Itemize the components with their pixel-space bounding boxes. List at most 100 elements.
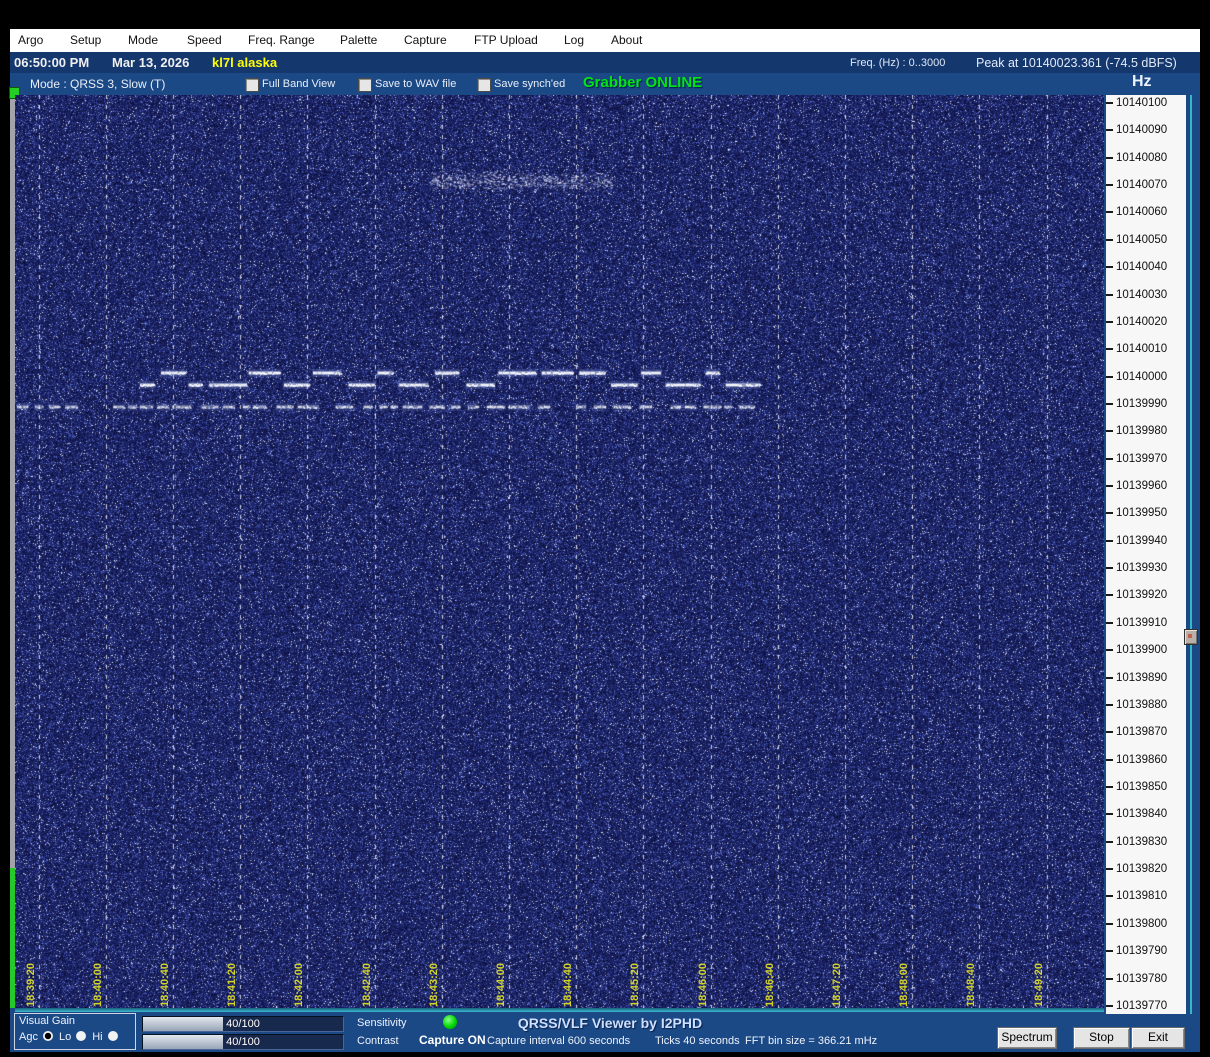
time-tick-label: 18:47:20: [831, 962, 843, 1007]
status-bar: 06:50:00 PM Mar 13, 2026 kl7l alaska Fre…: [10, 52, 1200, 73]
menu-item-about[interactable]: About: [611, 33, 642, 47]
freq-tick-label: 10139860: [1116, 753, 1168, 766]
time-tick-label: 18:39:20: [24, 962, 37, 1007]
freq-tick-label: 10139780: [1116, 972, 1168, 985]
freq-scale-row: 10139800: [1106, 918, 1186, 931]
freq-tick-mark: [1106, 348, 1113, 351]
freq-scale-unit-label: Hz: [1132, 73, 1152, 90]
screen: { "menu_bar": { "items": ["Argo", "Setup…: [0, 0, 1210, 1057]
time-tick-label: 18:44:00: [495, 962, 507, 1007]
clock-time: 06:50:00 PM: [14, 55, 90, 70]
capture-status-label: Capture ON: [419, 1033, 486, 1047]
checkbox-save-to-wav-label: Save to WAV file: [375, 78, 457, 90]
freq-tick-label: 10140040: [1116, 261, 1168, 274]
freq-tick-mark: [1106, 868, 1113, 871]
freq-tick-mark: [1106, 211, 1113, 214]
time-tick-label: 18:46:40: [763, 962, 776, 1007]
radio-lo-label: Lo: [58, 1031, 72, 1043]
freq-tick-label: 10139790: [1116, 945, 1168, 958]
freq-scale-row: 10140000: [1106, 371, 1186, 384]
menu-item-log[interactable]: Log: [564, 33, 584, 47]
freq-tick-mark: [1106, 567, 1113, 570]
menu-item-ftp-upload[interactable]: FTP Upload: [474, 33, 538, 47]
freq-tick-label: 10140080: [1116, 151, 1168, 164]
freq-tick-label: 10139850: [1116, 781, 1168, 793]
freq-tick-mark: [1106, 539, 1113, 542]
freq-scale-row: 10140070: [1106, 179, 1186, 192]
freq-scale-row: 10139850: [1106, 781, 1186, 794]
freq-tick-label: 10139920: [1116, 589, 1168, 602]
freq-tick-mark: [1106, 293, 1113, 296]
freq-tick-mark: [1106, 813, 1113, 816]
capture-led-icon: [443, 1015, 457, 1029]
freq-tick-mark: [1106, 621, 1113, 624]
freq-tick-label: 10140090: [1116, 124, 1168, 137]
time-tick-label: 18:43:20: [427, 962, 440, 1007]
menu-item-mode[interactable]: Mode: [128, 33, 158, 47]
menu-item-palette[interactable]: Palette: [340, 33, 377, 47]
time-tick-label: 18:48:40: [965, 962, 978, 1007]
freq-scale-row: 10139900: [1106, 644, 1186, 657]
clock-date: Mar 13, 2026: [112, 55, 190, 70]
menu-item-capture[interactable]: Capture: [404, 33, 447, 47]
freq-tick-label: 10139930: [1116, 562, 1168, 575]
freq-scale-row: 10139950: [1106, 507, 1186, 520]
freq-tick-label: 10139980: [1116, 425, 1168, 438]
freq-scale-row: 10139860: [1106, 754, 1186, 767]
freq-scale-row: 10139820: [1106, 863, 1186, 876]
checkbox-full-band-view[interactable]: [245, 78, 259, 92]
mode-label: Mode : QRSS 3, Slow (T): [30, 77, 166, 91]
freq-scale-row: 10139770: [1106, 1000, 1186, 1013]
fft-info-label: FFT bin size = 366.21 mHz: [745, 1035, 878, 1047]
freq-scale-row: 10139790: [1106, 945, 1186, 958]
radio-lo-icon[interactable]: [76, 1031, 87, 1041]
visual-gain-label: Visual Gain: [19, 1015, 76, 1027]
time-tick-label: 18:42:40: [360, 962, 373, 1007]
freq-scale-row: 10139980: [1106, 425, 1186, 438]
contrast-slider[interactable]: 40/100: [142, 1034, 344, 1050]
freq-scale-row: 10139840: [1106, 808, 1186, 821]
checkbox-save-to-wav[interactable]: [358, 78, 372, 92]
freq-tick-mark: [1106, 594, 1113, 597]
freq-tick-label: 10139870: [1116, 726, 1168, 739]
freq-tick-mark: [1106, 402, 1113, 405]
menu-item-speed[interactable]: Speed: [187, 33, 222, 47]
freq-scale-row: 10140080: [1106, 152, 1186, 165]
time-tick-label: 18:42:00: [293, 962, 306, 1007]
grabber-status-badge: Grabber ONLINE: [583, 74, 703, 91]
radio-agc-icon[interactable]: [42, 1031, 53, 1041]
freq-offset-slider-thumb[interactable]: [1184, 629, 1198, 645]
checkbox-save-synched[interactable]: [477, 78, 491, 92]
menu-item-setup[interactable]: Setup: [70, 33, 101, 47]
freq-tick-mark: [1106, 895, 1113, 898]
stop-button[interactable]: Stop: [1073, 1027, 1130, 1049]
radio-hi-icon[interactable]: [107, 1031, 118, 1041]
freq-tick-label: 10140100: [1116, 97, 1168, 109]
bottom-control-bar: Visual Gain Agc Lo Hi 40/100 40/100 Sensit…: [10, 1012, 1200, 1052]
freq-tick-mark: [1106, 238, 1113, 241]
freq-scale-row: 10139920: [1106, 589, 1186, 602]
freq-tick-mark: [1106, 840, 1113, 843]
freq-tick-mark: [1106, 950, 1113, 953]
visual-gain-group: Visual Gain Agc Lo Hi: [14, 1013, 136, 1050]
freq-scale-row: 10140060: [1106, 206, 1186, 219]
freq-scale-row: 10139780: [1106, 973, 1186, 986]
freq-tick-label: 10139880: [1116, 698, 1168, 711]
app-title: QRSS/VLF Viewer by I2PHD: [517, 1015, 703, 1031]
freq-scale-row: 10139990: [1106, 398, 1186, 411]
menu-item-freq-range[interactable]: Freq. Range: [248, 33, 315, 47]
freq-scale-row: 10140050: [1106, 234, 1186, 247]
freq-tick-mark: [1106, 457, 1113, 460]
menu-item-argo[interactable]: Argo: [18, 33, 43, 47]
time-tick-label: 18:40:40: [159, 962, 171, 1007]
freq-tick-mark: [1106, 922, 1113, 925]
freq-offset-slider-track: [1190, 95, 1192, 1014]
sensitivity-slider[interactable]: 40/100: [142, 1016, 344, 1032]
exit-button[interactable]: Exit: [1131, 1027, 1185, 1049]
checkbox-full-band-view-label: Full Band View: [262, 78, 336, 90]
freq-scale-row: 10140030: [1106, 289, 1186, 302]
freq-tick-label: 10140070: [1116, 179, 1168, 192]
freq-tick-label: 10139770: [1116, 999, 1168, 1012]
freq-tick-mark: [1106, 430, 1113, 433]
spectrum-button[interactable]: Spectrum: [997, 1027, 1057, 1049]
